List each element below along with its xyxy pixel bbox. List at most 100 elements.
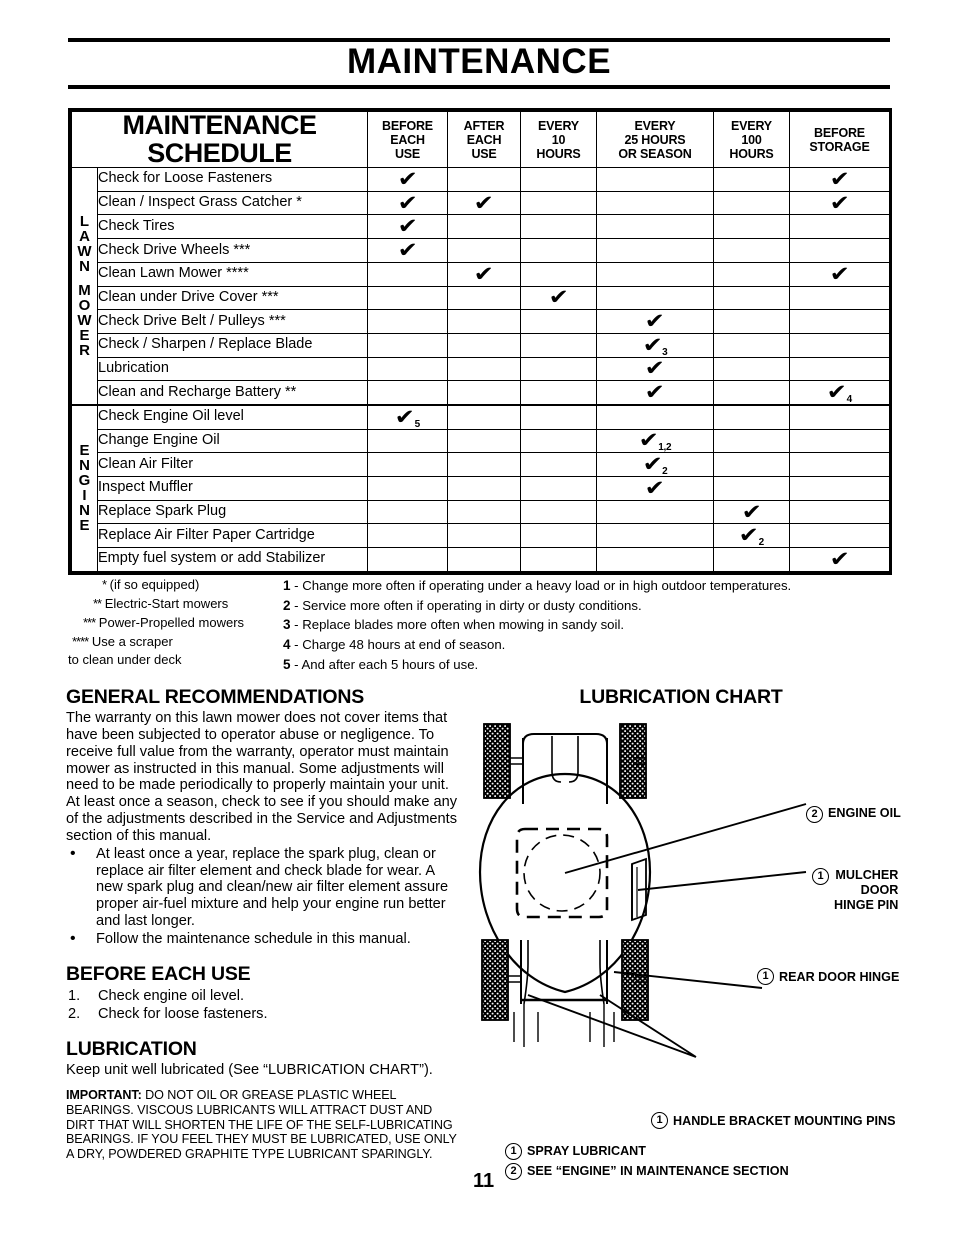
check-icon: ✔ [829, 261, 850, 286]
before-each-use-list: 1. Check engine oil level. 2. Check for loo… [66, 987, 458, 1023]
footnote-text: - And after each 5 hours of use. [290, 656, 479, 672]
footnote-ref: 5 [414, 418, 421, 430]
checkmark-icon: ✔ [713, 499, 790, 525]
list-item-number: 1. [68, 987, 81, 1004]
checkmark-icon: ✔5 [367, 403, 448, 430]
empty-cell [713, 309, 790, 334]
table-body: L A W N M O W E R Check for Loose Fasteners ✔ ✔ Clea… [71, 167, 890, 572]
empty-cell [789, 452, 890, 477]
check-icon: ✔ [829, 546, 850, 571]
empty-cell [596, 499, 714, 525]
table-row: Check Drive Belt / Pulleys *** ✔ [72, 309, 890, 334]
empty-cell [520, 380, 597, 406]
task-label: Clean Air Filter [97, 452, 368, 477]
schedule-title-line1: MAINTENANCE [122, 110, 318, 140]
table-row: Clean / Inspect Grass Catcher * ✔ ✔ ✔ [72, 190, 890, 216]
check-icon: ✔ [394, 404, 415, 429]
column-header-before-each-use: BEFORE EACH USE [367, 110, 448, 169]
empty-cell [367, 285, 448, 311]
task-label: Clean under Drive Cover *** [97, 285, 368, 311]
empty-cell [789, 238, 890, 263]
empty-cell [789, 214, 890, 240]
legend-number-icon: 1 [505, 1143, 522, 1161]
check-icon: ✔ [473, 190, 495, 215]
empty-cell [367, 547, 448, 572]
star-marker: *** [83, 614, 96, 630]
callout-label-mulcher-2: DOOR [860, 882, 899, 897]
empty-cell [447, 523, 521, 549]
general-recommendations-heading: GENERAL RECOMMENDATIONS [66, 686, 365, 708]
star-footnote-text: (if so equipped) [106, 577, 200, 592]
empty-cell [520, 167, 597, 192]
empty-cell [713, 261, 790, 287]
table-row: Clean Air Filter ✔2 [72, 452, 890, 477]
lubrication-heading: LUBRICATION [66, 1038, 197, 1061]
checkmark-icon: ✔ [596, 309, 714, 334]
empty-cell [520, 499, 597, 525]
callout-number-1: 1 [812, 868, 829, 885]
column-header-every-100-hours: EVERY 100 HOURS [713, 110, 790, 169]
list-item-text: Check engine oil level. [98, 987, 245, 1004]
empty-cell [447, 428, 521, 454]
empty-cell [596, 285, 714, 311]
checkmark-icon: ✔3 [596, 332, 714, 358]
empty-cell [713, 380, 790, 406]
page-number: 11 [473, 1170, 495, 1192]
column-header-before-storage: BEFORE STORAGE [789, 110, 890, 169]
empty-cell [596, 214, 714, 240]
check-icon: ✔ [826, 380, 847, 405]
check-icon: ✔ [397, 237, 418, 262]
footnote-number: 4 [283, 637, 291, 653]
legend-item: 1 SPRAY LUBRICANT [505, 1142, 789, 1162]
empty-cell [520, 309, 597, 334]
callout-label-handle-bracket: HANDLE BRACKET MOUNTING PINS [673, 1113, 896, 1128]
empty-cell [713, 285, 790, 311]
table-row: Clean and Recharge Battery ** ✔ ✔4 [72, 380, 890, 406]
schedule-title-line2: SCHEDULE [147, 137, 292, 168]
empty-cell [596, 523, 714, 549]
list-item: 2. Check for loose fasteners. [66, 1005, 458, 1023]
empty-cell [789, 476, 890, 501]
empty-cell [713, 476, 790, 501]
empty-cell [713, 428, 790, 454]
footnote-ref: 4 [846, 394, 853, 406]
star-marker: **** [72, 633, 89, 649]
check-icon: ✔ [738, 523, 759, 548]
footnote-text: - Change more often if operating under a… [290, 578, 792, 593]
numbered-footnote: 4 - Charge 48 hours at end of season. [283, 635, 892, 655]
checkmark-icon: ✔ [367, 214, 448, 240]
checkmark-icon: ✔ [789, 261, 890, 287]
list-item: • At least once a year, replace the spark… [66, 845, 458, 930]
bullet-icon: • [70, 929, 76, 947]
checkmark-icon: ✔ [367, 237, 448, 263]
important-note: IMPORTANT: DO NOT OIL OR GREASE PLASTIC … [66, 1088, 458, 1162]
legend-text: SEE “ENGINE” IN MAINTENANCE SECTION [527, 1163, 789, 1178]
star-footnote: ** Electric-Start mowers [68, 595, 273, 614]
empty-cell [789, 309, 890, 334]
numbered-footnote: 5 - And after each 5 hours of use. [283, 655, 892, 675]
lubrication-chart-heading: LUBRICATION CHART [579, 686, 783, 708]
empty-cell [789, 332, 890, 358]
empty-cell [447, 356, 521, 382]
table-row: Lubrication ✔ [72, 356, 890, 382]
page-header: MAINTENANCE [68, 38, 890, 89]
checkmark-icon: ✔2 [596, 452, 714, 477]
list-item: • Follow the maintenance schedule in this… [66, 929, 458, 948]
empty-cell [367, 452, 448, 477]
empty-cell [447, 380, 521, 406]
group-label-lawn-mower: LAWNMOWER [71, 167, 98, 406]
star-footnote: **** Use a scraper [68, 633, 273, 652]
star-footnote-text: Electric-Start mowers [101, 595, 229, 611]
empty-cell [367, 499, 448, 525]
empty-cell [447, 476, 521, 501]
checkmark-icon: ✔ [789, 167, 890, 192]
checkmark-icon: ✔ [789, 190, 890, 216]
empty-cell [789, 523, 890, 549]
footnote-text: - Service more often if operating in dir… [290, 597, 642, 613]
empty-cell [520, 190, 597, 216]
checkmark-icon: ✔ [447, 261, 521, 287]
list-item-number: 2. [68, 1006, 81, 1023]
task-label: Inspect Muffler [97, 476, 368, 501]
empty-cell [713, 356, 790, 382]
check-icon: ✔ [638, 428, 659, 453]
